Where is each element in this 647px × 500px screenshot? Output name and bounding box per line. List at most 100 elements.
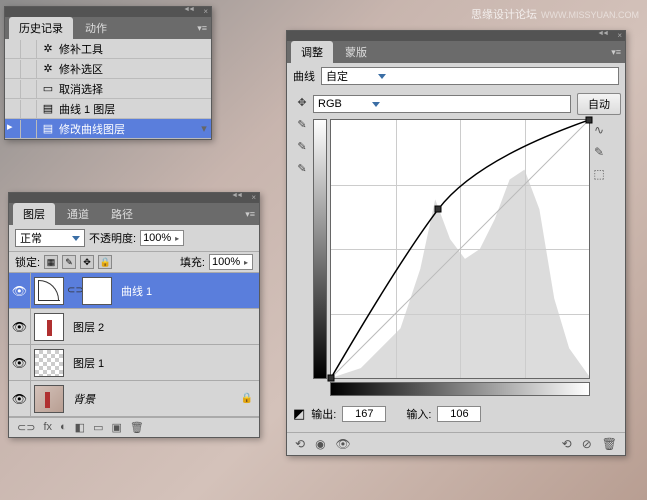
tab-history[interactable]: 历史记录 <box>9 17 73 39</box>
group-icon[interactable]: ▭ <box>93 421 103 434</box>
chevron-down-icon <box>372 102 380 107</box>
watermark: 思缘设计论坛WWW.MISSYUAN.COM <box>471 6 639 22</box>
history-panel: × 历史记录 动作 ▾≡ ✲修补工具✲修补选区 ▭ 取消选择 ▤ 曲线 1 图层 ▸▤修改… <box>4 6 212 140</box>
fx-icon[interactable]: fx <box>43 421 52 434</box>
chevron-down-icon[interactable]: ▾ <box>197 122 211 135</box>
lock-paint-icon[interactable]: ✎ <box>62 255 76 269</box>
mask-icon[interactable]: ◐ <box>60 421 67 434</box>
clip-icon[interactable]: ⬚ <box>593 167 604 181</box>
lock-label: 锁定: <box>15 254 40 270</box>
layers-footer: ⊂⊃ fx ◐ ◧ ▭ ▣ 🗑 <box>9 417 259 437</box>
history-brush-cell <box>23 80 37 98</box>
eyedropper-black-icon[interactable]: ✎ <box>294 117 310 133</box>
history-step-icon: ▤ <box>41 122 55 136</box>
reset-icon[interactable]: ⟲ <box>562 437 572 451</box>
layers-tabs: 图层 通道 路径 ▾≡ <box>9 203 259 225</box>
trash-icon[interactable]: 🗑 <box>130 421 144 434</box>
curve-point-highlight[interactable] <box>586 117 593 124</box>
visibility-icon[interactable]: 👁 <box>9 345 31 381</box>
layer-row[interactable]: 👁背景🔒 <box>9 381 259 417</box>
history-step-icon: ▭ <box>41 82 55 96</box>
layer-name[interactable]: 背景 <box>73 391 95 407</box>
collapse-icon[interactable]: × <box>203 7 208 16</box>
curve-mode-icon[interactable]: ∿ <box>594 123 604 137</box>
layer-name[interactable]: 图层 2 <box>73 319 104 335</box>
layer-row[interactable]: 👁 ⊂⊃ 曲线 1 <box>9 273 259 309</box>
layer-thumb[interactable] <box>34 349 64 377</box>
output-label: 输出: <box>311 406 336 422</box>
curve-point-mid[interactable] <box>435 206 442 213</box>
channel-select[interactable]: RGB <box>313 95 571 113</box>
previous-icon[interactable]: ⊘ <box>582 437 592 451</box>
history-item[interactable]: ✲修补选区 <box>5 59 211 79</box>
chevron-right-icon: ▸ <box>175 234 181 243</box>
return-icon[interactable]: ⟲ <box>295 437 305 451</box>
opacity-input[interactable]: 100%▸ <box>140 230 184 246</box>
adjustment-icon[interactable]: ◧ <box>75 421 85 434</box>
lock-pixels-icon[interactable]: ▦ <box>44 255 58 269</box>
adjust-tabs: 调整 蒙版 ▾≡ <box>287 41 625 63</box>
panel-dragbar[interactable]: × <box>9 193 259 203</box>
tab-layers[interactable]: 图层 <box>13 203 55 225</box>
layer-thumb[interactable] <box>34 313 64 341</box>
fill-input[interactable]: 100%▸ <box>209 254 253 270</box>
history-label: 修补选区 <box>59 61 103 77</box>
history-label: 曲线 1 图层 <box>59 101 115 117</box>
layer-thumb[interactable] <box>34 385 64 413</box>
history-item[interactable]: ▤ 曲线 1 图层 <box>5 99 211 119</box>
panel-dragbar[interactable]: × <box>5 7 211 17</box>
history-snapshot-cell <box>7 40 21 58</box>
curves-grid[interactable] <box>330 119 590 379</box>
tab-actions[interactable]: 动作 <box>75 17 117 39</box>
visibility-icon[interactable]: 👁 <box>9 381 31 417</box>
layer-row[interactable]: 👁 图层 1 <box>9 345 259 381</box>
output-value[interactable]: 167 <box>342 406 386 422</box>
panel-menu-icon[interactable]: ▾≡ <box>197 23 207 34</box>
history-snapshot-cell <box>7 60 21 78</box>
visibility-icon[interactable]: 👁 <box>9 309 31 345</box>
preset-select[interactable]: 自定 <box>321 67 619 85</box>
history-brush-cell <box>23 100 37 118</box>
tab-mask[interactable]: 蒙版 <box>335 41 377 63</box>
history-item[interactable]: ▭ 取消选择 <box>5 79 211 99</box>
input-value[interactable]: 106 <box>437 406 481 422</box>
history-item[interactable]: ✲修补工具 <box>5 39 211 59</box>
visibility-icon[interactable]: 👁 <box>336 437 351 451</box>
history-brush-cell <box>23 40 37 58</box>
bw-point-icon[interactable]: ◩ <box>293 406 305 422</box>
delete-icon[interactable]: 🗑 <box>602 437 617 451</box>
layer-name[interactable]: 图层 1 <box>73 355 104 371</box>
layer-name[interactable]: 曲线 1 <box>121 283 152 299</box>
input-gradient <box>330 382 590 396</box>
mask-thumb[interactable] <box>82 277 112 305</box>
layer-row[interactable]: 👁 图层 2 <box>9 309 259 345</box>
tab-paths[interactable]: 路径 <box>101 203 143 225</box>
panel-menu-icon[interactable]: ▾≡ <box>245 209 255 220</box>
collapse-icon[interactable]: × <box>251 193 256 202</box>
history-tabs: 历史记录 动作 ▾≡ <box>5 17 211 39</box>
blend-mode-select[interactable]: 正常 <box>15 229 85 247</box>
history-step-icon: ▤ <box>41 102 55 116</box>
eyedropper-gray-icon[interactable]: ✎ <box>294 139 310 155</box>
panel-dragbar[interactable]: × <box>287 31 625 41</box>
lock-position-icon[interactable]: ✥ <box>80 255 94 269</box>
auto-button[interactable]: 自动 <box>577 93 621 115</box>
new-layer-icon[interactable]: ▣ <box>111 421 121 434</box>
history-label: 取消选择 <box>59 81 103 97</box>
panel-menu-icon[interactable]: ▾≡ <box>611 47 621 58</box>
clip-layer-icon[interactable]: ◉ <box>315 437 325 451</box>
link-icon[interactable]: ⊂⊃ <box>67 285 79 296</box>
history-item[interactable]: ▸▤修改曲线图层▾ <box>5 119 211 139</box>
pencil-mode-icon[interactable]: ✎ <box>594 145 604 159</box>
tab-channels[interactable]: 通道 <box>57 203 99 225</box>
layer-thumb[interactable] <box>34 277 64 305</box>
link-icon[interactable]: ⊂⊃ <box>17 421 35 434</box>
collapse-icon[interactable]: × <box>617 31 622 40</box>
target-adjust-icon[interactable]: ✥ <box>294 95 310 111</box>
curve-side-tools: ∿ ✎ ⬚ <box>590 119 608 379</box>
visibility-icon[interactable]: 👁 <box>9 273 31 309</box>
lock-all-icon[interactable]: 🔒 <box>98 255 112 269</box>
tab-adjust[interactable]: 调整 <box>291 41 333 63</box>
eyedropper-white-icon[interactable]: ✎ <box>294 161 310 177</box>
curve-point-shadow[interactable] <box>328 375 335 382</box>
